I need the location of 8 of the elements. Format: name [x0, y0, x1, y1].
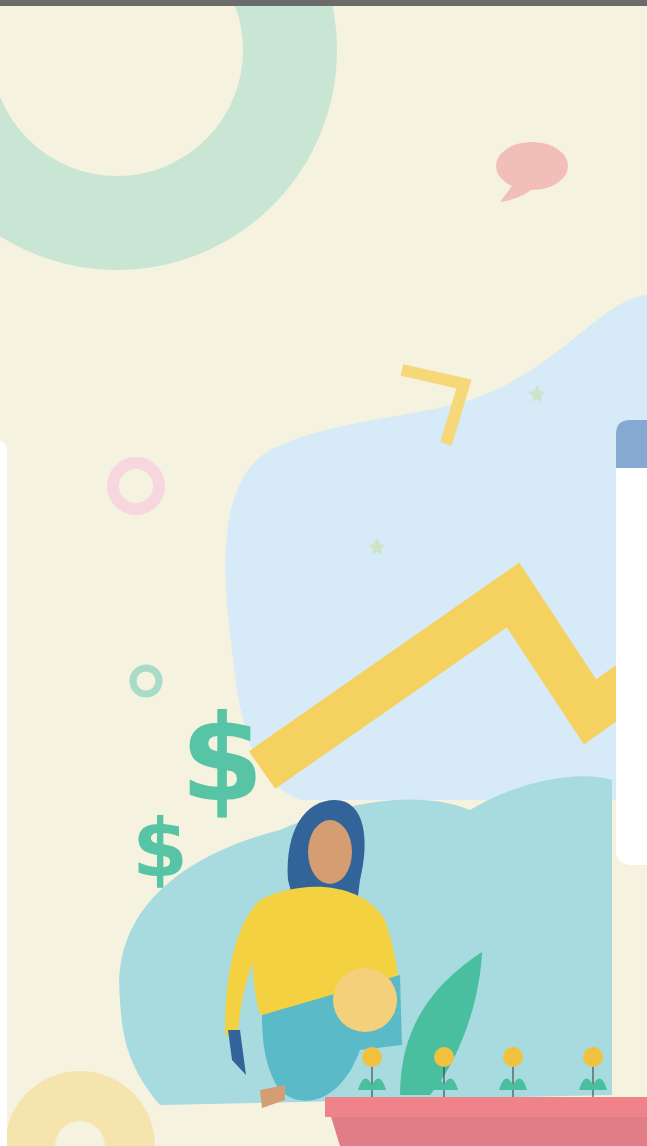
star-icon	[368, 538, 386, 555]
ring-shape	[107, 457, 165, 515]
coin-flower-drawing	[579, 1047, 607, 1098]
coin-flower-drawing	[499, 1047, 527, 1098]
coin-flower-drawing	[358, 1047, 386, 1098]
ring-shape	[129, 664, 163, 698]
speech-bubble-icon	[496, 142, 568, 202]
star-icon	[528, 385, 546, 402]
